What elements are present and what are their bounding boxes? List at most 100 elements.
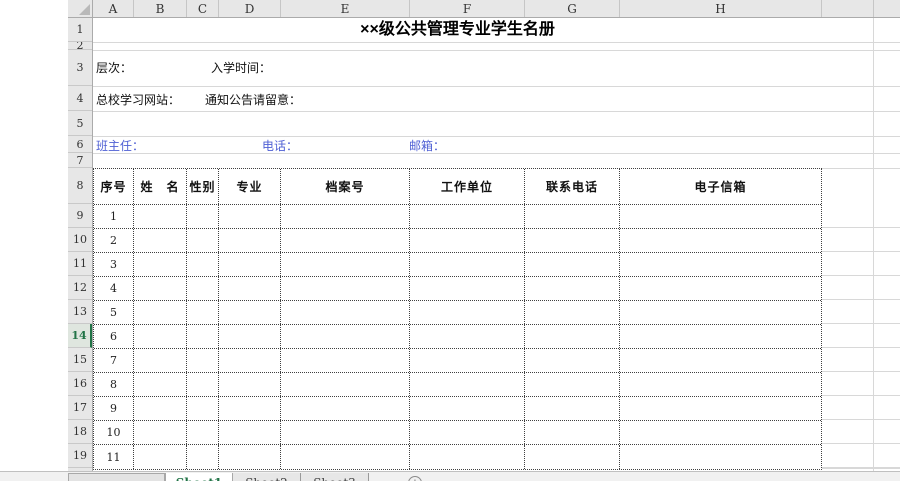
roster-header-cell[interactable]: 联系电话 [525,169,620,204]
row-header[interactable]: 15 [68,348,92,372]
school-site-label-cell[interactable]: 总校学习网站： [96,91,180,108]
row-header[interactable]: 7 [68,153,92,168]
roster-header-cell[interactable]: 电子信箱 [620,169,821,204]
name-cell[interactable] [134,205,187,228]
column-header[interactable]: E [281,0,410,17]
file-number-cell[interactable] [281,205,410,228]
major-cell[interactable] [219,253,281,276]
name-cell[interactable] [134,397,187,420]
work-unit-cell[interactable] [410,325,525,348]
gender-cell[interactable] [187,349,219,372]
select-all-corner[interactable] [68,0,93,18]
contact-phone-cell[interactable] [525,421,620,444]
work-unit-cell[interactable] [410,253,525,276]
row-header[interactable]: 5 [68,111,92,136]
file-number-cell[interactable] [281,229,410,252]
name-cell[interactable] [134,445,187,469]
enroll-time-label-cell[interactable]: 入学时间： [211,59,271,76]
email-cell[interactable] [620,229,821,252]
name-cell[interactable] [134,301,187,324]
file-number-cell[interactable] [281,253,410,276]
name-cell[interactable] [134,421,187,444]
contact-phone-cell[interactable] [525,253,620,276]
roster-header-cell[interactable]: 档案号 [281,169,410,204]
phone-label-cell[interactable]: 电话： [262,137,298,154]
gender-cell[interactable] [187,301,219,324]
email-cell[interactable] [620,325,821,348]
serial-number-cell[interactable]: 7 [94,349,134,372]
gender-cell[interactable] [187,253,219,276]
name-cell[interactable] [134,229,187,252]
level-label-cell[interactable]: 层次： [96,59,132,76]
roster-header-cell[interactable]: 性别 [187,169,219,204]
serial-number-cell[interactable]: 2 [94,229,134,252]
contact-phone-cell[interactable] [525,397,620,420]
roster-title-cell[interactable]: ××级公共管理专业学生名册 [93,18,822,42]
row-header[interactable]: 6 [68,136,92,153]
major-cell[interactable] [219,301,281,324]
file-number-cell[interactable] [281,397,410,420]
row-header[interactable]: 11 [68,252,92,276]
row-header[interactable]: 12 [68,276,92,300]
name-cell[interactable] [134,373,187,396]
row-header[interactable]: 19 [68,444,92,468]
gender-cell[interactable] [187,277,219,300]
gender-cell[interactable] [187,325,219,348]
work-unit-cell[interactable] [410,205,525,228]
contact-phone-cell[interactable] [525,301,620,324]
serial-number-cell[interactable]: 6 [94,325,134,348]
column-header[interactable]: F [410,0,525,17]
roster-header-cell[interactable]: 专业 [219,169,281,204]
work-unit-cell[interactable] [410,277,525,300]
serial-number-cell[interactable]: 3 [94,253,134,276]
work-unit-cell[interactable] [410,229,525,252]
work-unit-cell[interactable] [410,373,525,396]
name-cell[interactable] [134,277,187,300]
column-header[interactable]: A [93,0,134,17]
email-cell[interactable] [620,397,821,420]
contact-phone-cell[interactable] [525,229,620,252]
gender-cell[interactable] [187,229,219,252]
gender-cell[interactable] [187,373,219,396]
sheet-tab[interactable]: Sheet2 [233,473,301,481]
file-number-cell[interactable] [281,277,410,300]
serial-number-cell[interactable]: 10 [94,421,134,444]
file-number-cell[interactable] [281,349,410,372]
roster-header-cell[interactable]: 序号 [94,169,134,204]
major-cell[interactable] [219,325,281,348]
major-cell[interactable] [219,229,281,252]
roster-header-cell[interactable]: 姓 名 [134,169,187,204]
email-label-cell[interactable]: 邮箱： [409,137,445,154]
contact-phone-cell[interactable] [525,325,620,348]
file-number-cell[interactable] [281,301,410,324]
serial-number-cell[interactable]: 4 [94,277,134,300]
work-unit-cell[interactable] [410,397,525,420]
row-header[interactable]: 1 [68,18,92,42]
tab-navigation-block[interactable] [68,473,165,481]
gender-cell[interactable] [187,397,219,420]
serial-number-cell[interactable]: 8 [94,373,134,396]
major-cell[interactable] [219,373,281,396]
email-cell[interactable] [620,349,821,372]
major-cell[interactable] [219,397,281,420]
gender-cell[interactable] [187,445,219,469]
column-header[interactable]: G [525,0,620,17]
major-cell[interactable] [219,205,281,228]
file-number-cell[interactable] [281,421,410,444]
row-header[interactable]: 13 [68,300,92,324]
row-header[interactable]: 3 [68,50,92,86]
sheet-tab[interactable]: Sheet3 [301,473,369,481]
email-cell[interactable] [620,301,821,324]
email-cell[interactable] [620,277,821,300]
serial-number-cell[interactable]: 5 [94,301,134,324]
name-cell[interactable] [134,325,187,348]
add-sheet-button[interactable]: + [408,476,422,481]
sheet-tab[interactable]: Sheet1 [165,473,233,481]
column-header[interactable]: B [134,0,187,17]
contact-phone-cell[interactable] [525,205,620,228]
major-cell[interactable] [219,421,281,444]
major-cell[interactable] [219,445,281,469]
row-header[interactable]: 18 [68,420,92,444]
file-number-cell[interactable] [281,325,410,348]
serial-number-cell[interactable]: 9 [94,397,134,420]
